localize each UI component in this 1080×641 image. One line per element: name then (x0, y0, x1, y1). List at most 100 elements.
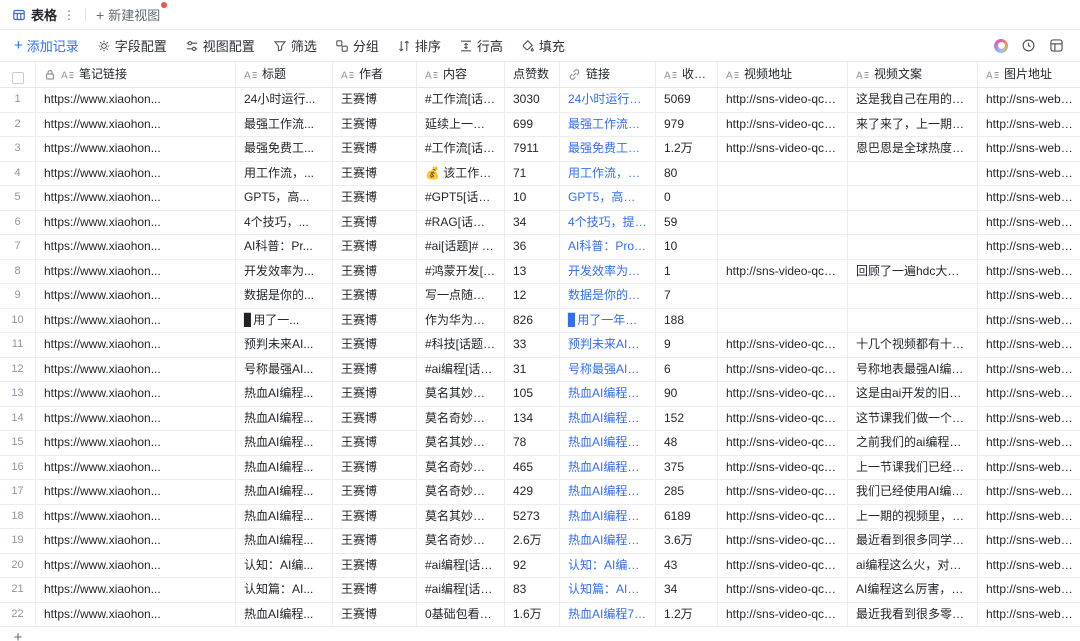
cell-img[interactable]: http://sns-webpic-qc.x... (978, 137, 1080, 161)
cell-note[interactable]: https://www.xiaohon... (36, 480, 236, 504)
cell-title[interactable]: ▊用了一... (236, 309, 333, 333)
cell-img[interactable]: http://sns-webpic-qc.x... (978, 88, 1080, 112)
history-clock-icon[interactable] (1021, 38, 1036, 53)
column-header-title[interactable]: A标题 (236, 62, 333, 87)
add-row-plus-icon[interactable]: + (0, 627, 36, 641)
cell-title[interactable]: GPT5，高... (236, 186, 333, 210)
cell-video[interactable] (718, 186, 848, 210)
cell-author[interactable]: 王赛博 (333, 309, 417, 333)
cell-note[interactable]: https://www.xiaohon... (36, 309, 236, 333)
cell-likes[interactable]: 12 (505, 284, 560, 308)
row-number[interactable]: 19 (0, 529, 36, 553)
cell-fav[interactable]: 80 (656, 162, 718, 186)
cell-note[interactable]: https://www.xiaohon... (36, 578, 236, 602)
cell-copy[interactable]: 我们已经使用AI编程做了... (848, 480, 978, 504)
cell-likes[interactable]: 2.6万 (505, 529, 560, 553)
cell-link[interactable]: 热血AI编程：小程序上... (560, 505, 656, 529)
cell-fav[interactable]: 9 (656, 333, 718, 357)
row-number[interactable]: 5 (0, 186, 36, 210)
cell-title[interactable]: 热血AI编程... (236, 431, 333, 455)
cell-img[interactable]: http://sns-webpic-qc.x... (978, 407, 1080, 431)
cell-img[interactable]: http://sns-webpic-qc.x... (978, 162, 1080, 186)
cell-title[interactable]: 热血AI编程... (236, 382, 333, 406)
column-header-likes[interactable]: 点赞数 (505, 62, 560, 87)
view-config-button[interactable]: 视图配置 (185, 36, 255, 55)
cell-copy[interactable] (848, 309, 978, 333)
cell-copy[interactable] (848, 284, 978, 308)
cell-content[interactable]: #ai[话题]# #... (417, 235, 505, 259)
cell-likes[interactable]: 33 (505, 333, 560, 357)
cell-link[interactable]: 24小时运行的N8N工作... (560, 88, 656, 112)
cell-link[interactable]: 热血AI编程7：实现注册... (560, 603, 656, 627)
cell-author[interactable]: 王赛博 (333, 211, 417, 235)
cell-link[interactable]: ▊用了一年鸿蒙，终于... (560, 309, 656, 333)
row-number[interactable]: 10 (0, 309, 36, 333)
cell-author[interactable]: 王赛博 (333, 431, 417, 455)
row-number[interactable]: 14 (0, 407, 36, 431)
cell-author[interactable]: 王赛博 (333, 113, 417, 137)
cell-video[interactable] (718, 235, 848, 259)
cell-content[interactable]: 0基础包看懂 ... (417, 603, 505, 627)
cell-link[interactable]: AI科普：Prompt工程?... (560, 235, 656, 259)
column-header-fav[interactable]: A收藏数 (656, 62, 718, 87)
cell-likes[interactable]: 5273 (505, 505, 560, 529)
cell-note[interactable]: https://www.xiaohon... (36, 431, 236, 455)
cell-link[interactable]: 认知篇：AI编程能替代... (560, 578, 656, 602)
row-number[interactable]: 1 (0, 88, 36, 112)
cell-author[interactable]: 王赛博 (333, 235, 417, 259)
select-all-cell[interactable] (0, 62, 36, 87)
cell-title[interactable]: 认知：AI编... (236, 554, 333, 578)
cell-content[interactable]: #科技[话题]#... (417, 333, 505, 357)
cell-img[interactable]: http://sns-webpic-qc.x... (978, 235, 1080, 259)
cell-fav[interactable]: 5069 (656, 88, 718, 112)
cell-author[interactable]: 王赛博 (333, 529, 417, 553)
cell-copy[interactable] (848, 235, 978, 259)
cell-title[interactable]: 用工作流，... (236, 162, 333, 186)
cell-img[interactable]: http://sns-webpic-qc.x... (978, 382, 1080, 406)
cell-fav[interactable]: 1.2万 (656, 603, 718, 627)
cell-author[interactable]: 王赛博 (333, 333, 417, 357)
cell-link[interactable]: 开发效率为引，鸿蒙生... (560, 260, 656, 284)
cell-content[interactable]: 莫名其妙燃起... (417, 505, 505, 529)
cell-copy[interactable]: 最近看到很多同学的留... (848, 529, 978, 553)
cell-title[interactable]: 热血AI编程... (236, 480, 333, 504)
cell-author[interactable]: 王赛博 (333, 88, 417, 112)
cell-copy[interactable]: ai编程这么火，对大家... (848, 554, 978, 578)
cell-content[interactable]: 莫名奇妙燃起... (417, 529, 505, 553)
cell-fav[interactable]: 0 (656, 186, 718, 210)
cell-video[interactable] (718, 284, 848, 308)
cell-img[interactable]: http://sns-webpic-qc.x... (978, 505, 1080, 529)
cell-copy[interactable]: 之前我们的ai编程课已经... (848, 431, 978, 455)
cell-title[interactable]: 4个技巧，... (236, 211, 333, 235)
cell-fav[interactable]: 6189 (656, 505, 718, 529)
cell-img[interactable]: http://sns-webpic-qc.x... (978, 309, 1080, 333)
cell-img[interactable]: http://sns-webpic-qc.x... (978, 358, 1080, 382)
cell-title[interactable]: 数据是你的... (236, 284, 333, 308)
cell-link[interactable]: 4个技巧，提升RAG效果 (560, 211, 656, 235)
row-number[interactable]: 22 (0, 603, 36, 627)
cell-fav[interactable]: 3.6万 (656, 529, 718, 553)
cell-author[interactable]: 王赛博 (333, 186, 417, 210)
cell-title[interactable]: 热血AI编程... (236, 505, 333, 529)
row-number[interactable]: 3 (0, 137, 36, 161)
cell-video[interactable]: http://sns-video-qc.xhs... (718, 358, 848, 382)
cell-likes[interactable]: 34 (505, 211, 560, 235)
cell-fav[interactable]: 48 (656, 431, 718, 455)
cell-video[interactable] (718, 211, 848, 235)
cell-content[interactable]: 💰 该工作流... (417, 162, 505, 186)
cell-note[interactable]: https://www.xiaohon... (36, 211, 236, 235)
cell-note[interactable]: https://www.xiaohon... (36, 554, 236, 578)
cell-link[interactable]: GPT5，高开低走的哑炮? (560, 186, 656, 210)
cell-img[interactable]: http://sns-webpic-qc.x... (978, 529, 1080, 553)
cell-author[interactable]: 王赛博 (333, 578, 417, 602)
cell-link[interactable]: 最强工作流N8N，搭建... (560, 113, 656, 137)
cell-note[interactable]: https://www.xiaohon... (36, 333, 236, 357)
cell-note[interactable]: https://www.xiaohon... (36, 456, 236, 480)
cell-fav[interactable]: 152 (656, 407, 718, 431)
cell-likes[interactable]: 3030 (505, 88, 560, 112)
cell-title[interactable]: 24小时运行... (236, 88, 333, 112)
cell-author[interactable]: 王赛博 (333, 456, 417, 480)
cell-note[interactable]: https://www.xiaohon... (36, 162, 236, 186)
cell-video[interactable]: http://sns-video-qc.xhs... (718, 333, 848, 357)
cell-likes[interactable]: 429 (505, 480, 560, 504)
